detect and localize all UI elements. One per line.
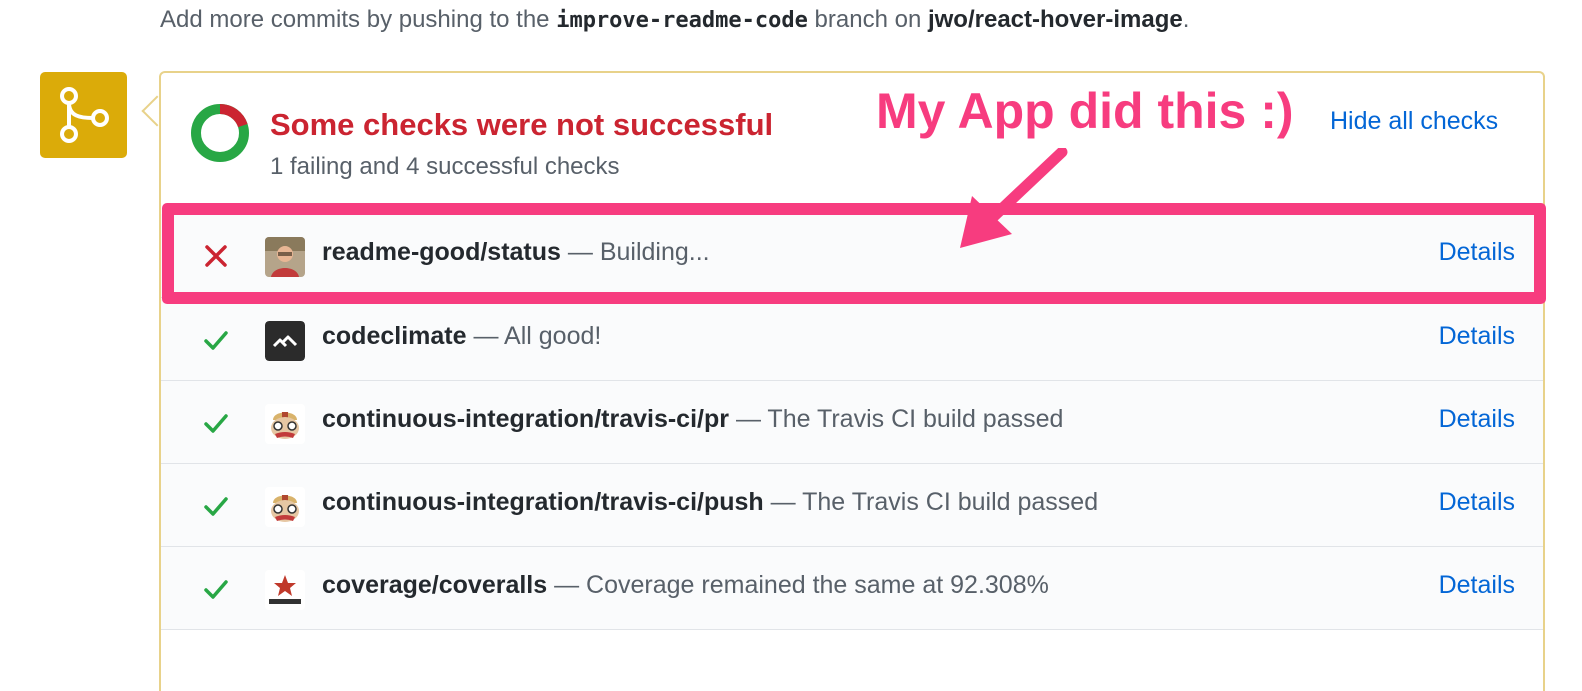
- push-instructions: Add more commits by pushing to the impro…: [160, 6, 1189, 34]
- check-description: — Coverage remained the same at 92.308%: [554, 571, 1049, 599]
- check-row-travis-push: continuous-integration/travis-ci/push — …: [161, 464, 1543, 547]
- check-row-readme-good: readme-good/status — Building... Details: [161, 214, 1543, 298]
- check-icon: [204, 331, 228, 350]
- git-merge-icon: [60, 87, 109, 143]
- check-context: continuous-integration/travis-ci/pr: [322, 405, 729, 433]
- check-text: codeclimate — All good!: [322, 322, 601, 351]
- checks-summary-subtitle: 1 failing and 4 successful checks: [270, 153, 620, 180]
- travis-icon: [265, 404, 305, 444]
- check-row-codeclimate: codeclimate — All good! Details: [161, 298, 1543, 381]
- check-description: — The Travis CI build passed: [735, 405, 1064, 433]
- details-link[interactable]: Details: [1439, 571, 1515, 600]
- checks-donut-icon: [191, 104, 249, 162]
- codeclimate-icon: [265, 321, 305, 361]
- details-link[interactable]: Details: [1439, 238, 1515, 267]
- details-link[interactable]: Details: [1439, 488, 1515, 517]
- x-icon: [205, 245, 227, 267]
- user-avatar: [265, 237, 305, 277]
- check-row-coveralls: coverage/coveralls — Coverage remained t…: [161, 547, 1543, 630]
- check-context: coverage/coveralls: [322, 571, 548, 599]
- check-row-travis-pr: continuous-integration/travis-ci/pr — Th…: [161, 381, 1543, 464]
- check-context: readme-good/status: [322, 238, 561, 266]
- check-description: — Building...: [567, 238, 710, 266]
- check-icon: [204, 580, 228, 599]
- checks-summary-title: Some checks were not successful: [270, 107, 774, 142]
- check-description: — The Travis CI build passed: [770, 488, 1099, 516]
- coveralls-icon: [265, 570, 305, 610]
- checks-list: readme-good/status — Building... Details…: [161, 214, 1543, 630]
- details-link[interactable]: Details: [1439, 405, 1515, 434]
- push-instructions-middle: branch on: [814, 6, 922, 33]
- push-instructions-suffix: .: [1182, 6, 1190, 33]
- repo-name: jwo/react-hover-image: [927, 6, 1183, 33]
- hide-all-checks-link[interactable]: Hide all checks: [1330, 107, 1498, 136]
- check-icon: [204, 497, 228, 516]
- annotation-text: My App did this :): [876, 83, 1294, 139]
- branch-name: improve-readme-code: [556, 8, 808, 33]
- check-icon: [204, 414, 228, 433]
- annotation-arrow-icon: [960, 148, 1068, 248]
- check-text: readme-good/status — Building...: [322, 238, 710, 267]
- check-context: codeclimate: [322, 322, 467, 350]
- details-link[interactable]: Details: [1439, 322, 1515, 351]
- push-instructions-prefix: Add more commits by pushing to the: [160, 6, 550, 33]
- travis-icon: [265, 487, 305, 527]
- check-context: continuous-integration/travis-ci/push: [322, 488, 764, 516]
- merge-status-badge: [40, 72, 127, 158]
- check-text: continuous-integration/travis-ci/pr — Th…: [322, 405, 1063, 434]
- check-description: — All good!: [473, 322, 602, 350]
- check-text: continuous-integration/travis-ci/push — …: [322, 488, 1098, 517]
- check-text: coverage/coveralls — Coverage remained t…: [322, 571, 1049, 600]
